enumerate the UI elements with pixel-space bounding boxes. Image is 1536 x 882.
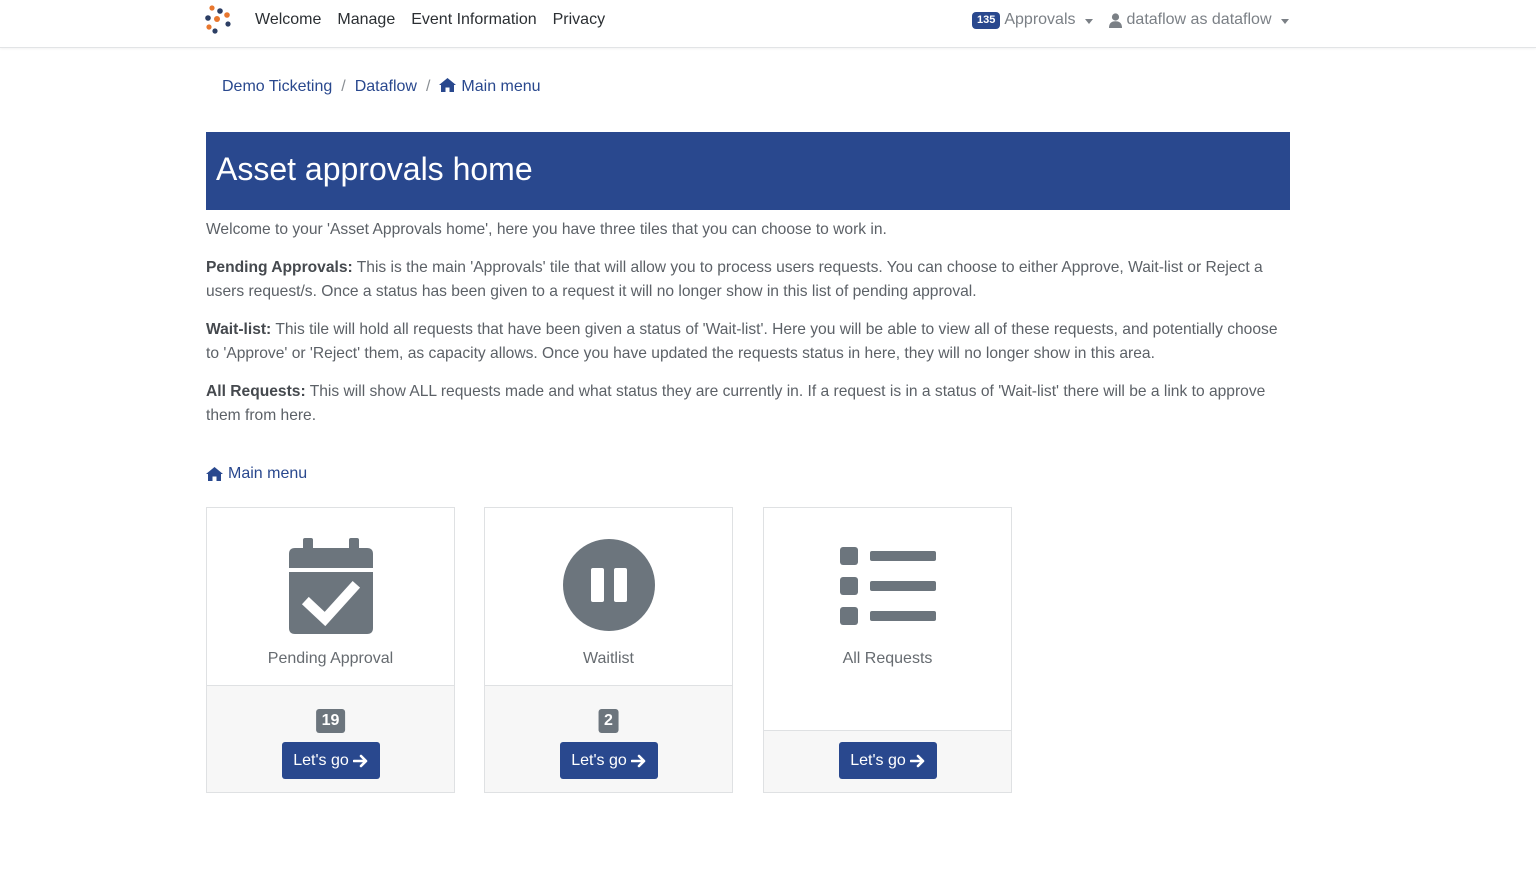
page-header-banner: Asset approvals home bbox=[206, 132, 1290, 210]
breadcrumb-main-menu[interactable]: Main menu bbox=[439, 78, 541, 96]
intro-all-title: All Requests: bbox=[206, 383, 306, 400]
approvals-dropdown[interactable]: 135 Approvals bbox=[972, 11, 1093, 29]
approvals-label: Approvals bbox=[1004, 11, 1076, 28]
intro-all-requests: All Requests: This will show ALL request… bbox=[206, 380, 1290, 428]
all-requests-lets-go-button[interactable]: Let's go bbox=[838, 742, 937, 779]
list-icon bbox=[839, 547, 936, 625]
intro-pending-title: Pending Approvals: bbox=[206, 259, 353, 276]
breadcrumb-main-menu-label: Main menu bbox=[461, 78, 541, 95]
page-title: Asset approvals home bbox=[216, 151, 533, 187]
brand-logo[interactable] bbox=[203, 4, 233, 34]
nav-links: Welcome Manage Event Information Privacy bbox=[255, 11, 605, 29]
user-label: dataflow as dataflow bbox=[1126, 11, 1272, 28]
tile-footer: Let's go bbox=[764, 730, 1011, 792]
tile-label: Waitlist bbox=[583, 650, 634, 667]
caret-down-icon bbox=[1084, 18, 1093, 24]
intro-pending-text: This is the main 'Approvals' tile that w… bbox=[206, 259, 1263, 300]
waitlist-count-badge: 2 bbox=[598, 709, 619, 733]
caret-down-icon bbox=[1280, 18, 1289, 24]
pending-lets-go-button[interactable]: Let's go bbox=[281, 742, 380, 779]
breadcrumb-dataflow[interactable]: Dataflow bbox=[355, 78, 417, 96]
breadcrumb-demo-ticketing[interactable]: Demo Ticketing bbox=[222, 78, 332, 96]
waitlist-lets-go-button[interactable]: Let's go bbox=[559, 742, 658, 779]
button-label: Let's go bbox=[293, 751, 349, 769]
arrow-right-icon bbox=[630, 754, 646, 767]
tile-footer: 2 Let's go bbox=[485, 685, 732, 792]
arrow-right-icon bbox=[352, 754, 368, 767]
button-label: Let's go bbox=[571, 751, 627, 769]
top-navbar: Welcome Manage Event Information Privacy… bbox=[0, 0, 1536, 48]
approvals-count-badge: 135 bbox=[972, 11, 1001, 29]
nav-link-welcome[interactable]: Welcome bbox=[255, 11, 321, 29]
intro-all-text: This will show ALL requests made and wha… bbox=[206, 383, 1266, 424]
user-icon bbox=[1108, 12, 1122, 28]
pause-circle-icon bbox=[562, 539, 655, 631]
button-label: Let's go bbox=[850, 751, 906, 769]
intro-waitlist-title: Wait-list: bbox=[206, 321, 272, 338]
home-icon bbox=[206, 467, 223, 481]
intro-waitlist: Wait-list: This tile will hold all reque… bbox=[206, 318, 1290, 366]
intro-text: Welcome to your 'Asset Approvals home', … bbox=[206, 218, 1290, 442]
main-menu-link[interactable]: Main menu bbox=[206, 465, 307, 483]
breadcrumb-separator: / bbox=[425, 78, 431, 95]
nav-right: 135 Approvals dataflow as dataflow bbox=[972, 11, 1289, 29]
arrow-right-icon bbox=[909, 754, 925, 767]
calendar-check-icon bbox=[288, 538, 373, 634]
tile-pending-approval: Pending Approval 19 Let's go bbox=[206, 507, 455, 793]
tile-footer: 19 Let's go bbox=[207, 685, 454, 792]
tile-all-requests: All Requests Let's go bbox=[763, 507, 1012, 793]
tile-label: Pending Approval bbox=[267, 650, 394, 667]
pending-count-badge: 19 bbox=[315, 709, 346, 733]
breadcrumb: Demo Ticketing / Dataflow / Main menu bbox=[222, 78, 541, 96]
tile-label: All Requests bbox=[842, 650, 933, 667]
home-icon bbox=[439, 78, 457, 92]
breadcrumb-separator: / bbox=[341, 78, 346, 95]
tile-waitlist: Waitlist 2 Let's go bbox=[484, 507, 733, 793]
intro-waitlist-text: This tile will hold all requests that ha… bbox=[206, 321, 1278, 362]
main-menu-label: Main menu bbox=[228, 465, 308, 482]
intro-pending: Pending Approvals: This is the main 'App… bbox=[206, 256, 1290, 304]
intro-welcome: Welcome to your 'Asset Approvals home', … bbox=[206, 221, 887, 238]
nav-link-event-information[interactable]: Event Information bbox=[411, 11, 536, 29]
nav-link-manage[interactable]: Manage bbox=[337, 11, 395, 29]
nav-link-privacy[interactable]: Privacy bbox=[553, 11, 605, 29]
user-dropdown[interactable]: dataflow as dataflow bbox=[1108, 11, 1289, 29]
